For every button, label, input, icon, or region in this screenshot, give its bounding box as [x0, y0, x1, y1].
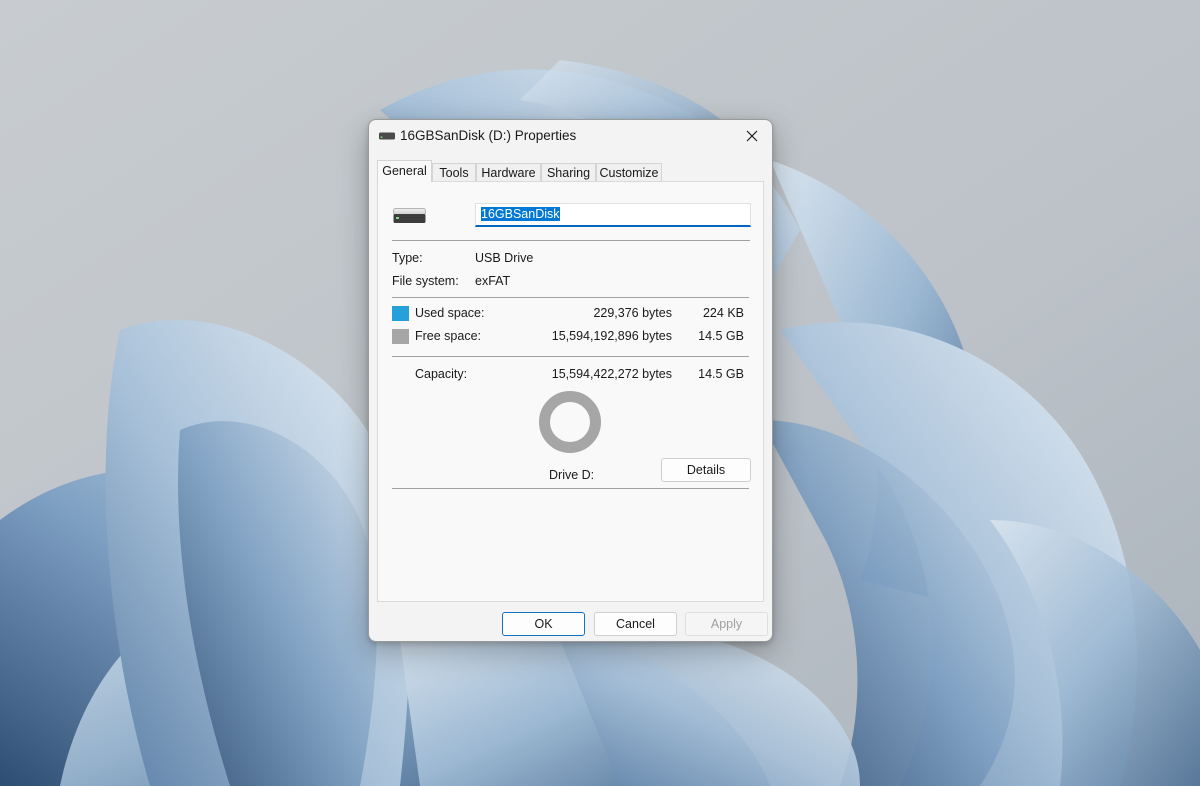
type-value: USB Drive — [475, 251, 534, 265]
free-space-bytes: 15,594,192,896 bytes — [551, 329, 672, 343]
drive-name-selected-text: 16GBSanDisk — [481, 207, 560, 221]
drive-properties-dialog: 16GBSanDisk (D:) Properties General Tool… — [368, 119, 773, 642]
title-bar[interactable]: 16GBSanDisk (D:) Properties — [369, 120, 772, 154]
drive-usage-ring — [539, 391, 601, 453]
tab-tools[interactable]: Tools — [432, 163, 476, 182]
tab-customize[interactable]: Customize — [596, 163, 662, 182]
dialog-title: 16GBSanDisk (D:) Properties — [400, 128, 577, 143]
cancel-button[interactable]: Cancel — [594, 612, 677, 636]
drive-label: Drive D: — [549, 468, 595, 482]
usb-drive-icon — [379, 132, 395, 140]
used-space-size: 224 KB — [702, 306, 744, 320]
type-label: Type: — [392, 251, 423, 265]
separator — [392, 356, 749, 357]
capacity-size: 14.5 GB — [698, 367, 744, 381]
free-space-size: 14.5 GB — [698, 329, 744, 343]
separator — [392, 488, 749, 489]
close-button[interactable] — [732, 120, 772, 152]
free-space-swatch — [392, 329, 409, 344]
ok-button[interactable]: OK — [502, 612, 585, 636]
filesystem-label: File system: — [392, 274, 459, 288]
filesystem-value: exFAT — [475, 274, 511, 288]
tab-hardware[interactable]: Hardware — [476, 163, 541, 182]
used-space-swatch — [392, 306, 409, 321]
drive-name-input[interactable]: 16GBSanDisk — [475, 203, 751, 227]
used-space-bytes: 229,376 bytes — [593, 306, 672, 320]
separator — [392, 240, 750, 241]
tab-sharing[interactable]: Sharing — [541, 163, 596, 182]
capacity-bytes: 15,594,422,272 bytes — [551, 367, 672, 381]
close-icon — [746, 130, 758, 142]
free-space-label: Free space: — [415, 329, 482, 343]
free-space-ring — [539, 391, 601, 453]
details-button[interactable]: Details — [661, 458, 751, 482]
used-space-label: Used space: — [415, 306, 485, 320]
tab-general[interactable]: General — [377, 160, 432, 182]
usb-drive-icon — [393, 208, 426, 223]
apply-button[interactable]: Apply — [685, 612, 768, 636]
general-tab-panel: 16GBSanDisk Type: USB Drive File system:… — [377, 181, 764, 602]
separator — [392, 297, 749, 298]
capacity-label: Capacity: — [415, 367, 468, 381]
